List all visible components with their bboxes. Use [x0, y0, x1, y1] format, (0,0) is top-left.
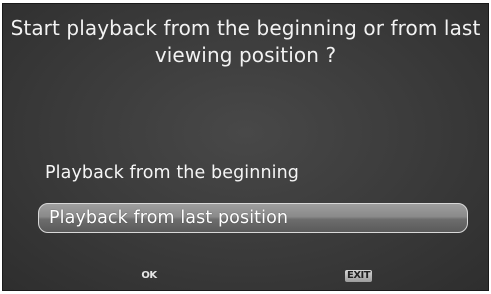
option-play-from-last-position[interactable]: Playback from last position	[38, 203, 468, 233]
ok-key-icon[interactable]: OK	[139, 270, 159, 281]
playback-dialog: Start playback from the beginning or fro…	[2, 3, 489, 291]
dialog-title-line-2: viewing position ?	[154, 43, 337, 67]
dialog-title: Start playback from the beginning or fro…	[3, 15, 488, 69]
exit-key-icon[interactable]: EXIT	[345, 270, 373, 282]
dialog-title-line-1: Start playback from the beginning or fro…	[10, 16, 481, 40]
option-play-from-beginning[interactable]: Playback from the beginning	[45, 161, 299, 185]
